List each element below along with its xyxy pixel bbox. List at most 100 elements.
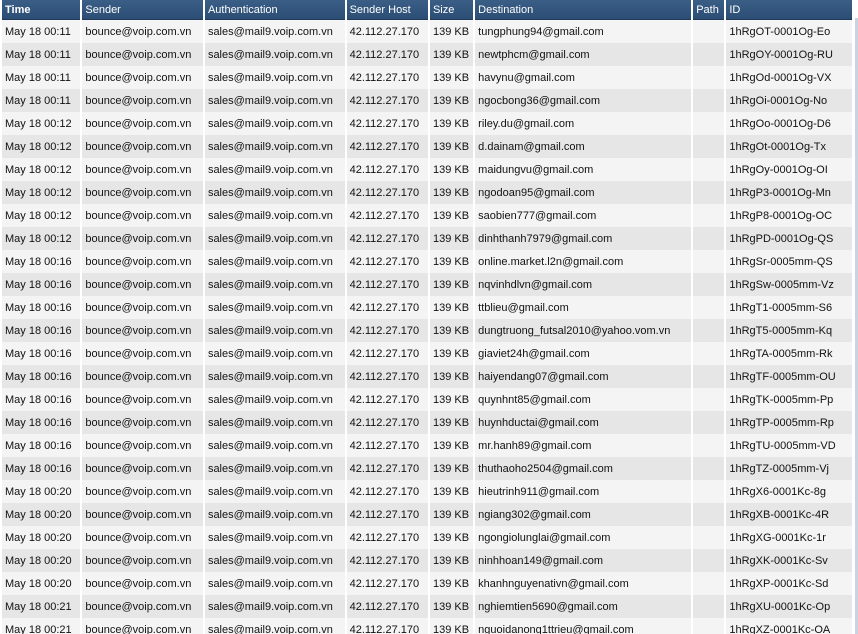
- cell-id: 1hRgXU-0001Kc-Op: [726, 595, 852, 618]
- cell-path: [693, 112, 725, 135]
- table-row[interactable]: May 18 00:12 bounce@voip.com.vn sales@mail…: [2, 227, 852, 250]
- cell-authentication: sales@mail9.voip.com.vn: [204, 480, 345, 503]
- table-row[interactable]: May 18 00:11 bounce@voip.com.vn sales@mail…: [2, 66, 852, 89]
- table-row[interactable]: May 18 00:16 bounce@voip.com.vn sales@mail…: [2, 273, 852, 296]
- cell-size: 139 KB: [429, 549, 474, 572]
- cell-sender: bounce@voip.com.vn: [82, 250, 203, 273]
- cell-destination: giaviet24h@gmail.com: [475, 342, 692, 365]
- cell-id: 1hRgTK-0005mm-Pp: [726, 388, 852, 411]
- mail-queue-table-container: Time Sender Authentication Sender Host Size D…: [2, 0, 852, 634]
- table-row[interactable]: May 18 00:16 bounce@voip.com.vn sales@mail…: [2, 411, 852, 434]
- table-row[interactable]: May 18 00:20 bounce@voip.com.vn sales@mail…: [2, 526, 852, 549]
- cell-sender-host: 42.112.27.170: [346, 411, 428, 434]
- cell-time: May 18 00:16: [2, 273, 81, 296]
- table-row[interactable]: May 18 00:20 bounce@voip.com.vn sales@mail…: [2, 572, 852, 595]
- cell-time: May 18 00:12: [2, 158, 81, 181]
- cell-path: [693, 411, 725, 434]
- cell-size: 139 KB: [429, 595, 474, 618]
- cell-authentication: sales@mail9.voip.com.vn: [204, 250, 345, 273]
- column-header-id[interactable]: ID: [726, 0, 852, 20]
- table-row[interactable]: May 18 00:21 bounce@voip.com.vn sales@mail…: [2, 618, 852, 634]
- cell-time: May 18 00:20: [2, 503, 81, 526]
- cell-size: 139 KB: [429, 503, 474, 526]
- cell-destination: hieutrinh911@gmail.com: [475, 480, 692, 503]
- cell-sender-host: 42.112.27.170: [346, 296, 428, 319]
- table-row[interactable]: May 18 00:16 bounce@voip.com.vn sales@mail…: [2, 457, 852, 480]
- table-row[interactable]: May 18 00:16 bounce@voip.com.vn sales@mail…: [2, 296, 852, 319]
- table-row[interactable]: May 18 00:16 bounce@voip.com.vn sales@mail…: [2, 388, 852, 411]
- cell-destination: d.dainam@gmail.com: [475, 135, 692, 158]
- cell-size: 139 KB: [429, 20, 474, 43]
- table-row[interactable]: May 18 00:16 bounce@voip.com.vn sales@mail…: [2, 319, 852, 342]
- cell-size: 139 KB: [429, 66, 474, 89]
- table-row[interactable]: May 18 00:12 bounce@voip.com.vn sales@mail…: [2, 158, 852, 181]
- column-header-path[interactable]: Path: [693, 0, 725, 20]
- cell-size: 139 KB: [429, 181, 474, 204]
- table-row[interactable]: May 18 00:11 bounce@voip.com.vn sales@mail…: [2, 43, 852, 66]
- cell-authentication: sales@mail9.voip.com.vn: [204, 43, 345, 66]
- column-header-authentication[interactable]: Authentication: [204, 0, 345, 20]
- cell-sender: bounce@voip.com.vn: [82, 503, 203, 526]
- cell-size: 139 KB: [429, 526, 474, 549]
- table-row[interactable]: May 18 00:20 bounce@voip.com.vn sales@mail…: [2, 549, 852, 572]
- cell-sender-host: 42.112.27.170: [346, 526, 428, 549]
- cell-sender-host: 42.112.27.170: [346, 388, 428, 411]
- cell-time: May 18 00:16: [2, 365, 81, 388]
- cell-authentication: sales@mail9.voip.com.vn: [204, 411, 345, 434]
- table-row[interactable]: May 18 00:12 bounce@voip.com.vn sales@mail…: [2, 204, 852, 227]
- cell-sender-host: 42.112.27.170: [346, 480, 428, 503]
- cell-sender-host: 42.112.27.170: [346, 618, 428, 634]
- cell-path: [693, 20, 725, 43]
- cell-sender: bounce@voip.com.vn: [82, 480, 203, 503]
- cell-destination: khanhnguyenativn@gmail.com: [475, 572, 692, 595]
- cell-id: 1hRgSr-0005mm-QS: [726, 250, 852, 273]
- cell-sender: bounce@voip.com.vn: [82, 457, 203, 480]
- cell-destination: online.market.l2n@gmail.com: [475, 250, 692, 273]
- vertical-scrollbar[interactable]: [852, 0, 858, 634]
- cell-sender: bounce@voip.com.vn: [82, 365, 203, 388]
- cell-authentication: sales@mail9.voip.com.vn: [204, 204, 345, 227]
- cell-id: 1hRgXZ-0001Kc-OA: [726, 618, 852, 634]
- mail-queue-table: Time Sender Authentication Sender Host Size D…: [2, 0, 852, 634]
- column-header-time[interactable]: Time: [2, 0, 81, 20]
- cell-destination: haiyendang07@gmail.com: [475, 365, 692, 388]
- cell-time: May 18 00:20: [2, 572, 81, 595]
- cell-path: [693, 204, 725, 227]
- cell-sender-host: 42.112.27.170: [346, 319, 428, 342]
- cell-sender-host: 42.112.27.170: [346, 89, 428, 112]
- table-row[interactable]: May 18 00:21 bounce@voip.com.vn sales@mail…: [2, 595, 852, 618]
- cell-size: 139 KB: [429, 457, 474, 480]
- cell-sender: bounce@voip.com.vn: [82, 66, 203, 89]
- cell-sender: bounce@voip.com.vn: [82, 595, 203, 618]
- cell-size: 139 KB: [429, 135, 474, 158]
- cell-time: May 18 00:16: [2, 319, 81, 342]
- table-row[interactable]: May 18 00:20 bounce@voip.com.vn sales@mail…: [2, 503, 852, 526]
- cell-path: [693, 273, 725, 296]
- table-row[interactable]: May 18 00:12 bounce@voip.com.vn sales@mail…: [2, 112, 852, 135]
- cell-authentication: sales@mail9.voip.com.vn: [204, 227, 345, 250]
- cell-sender-host: 42.112.27.170: [346, 434, 428, 457]
- table-row[interactable]: May 18 00:12 bounce@voip.com.vn sales@mail…: [2, 181, 852, 204]
- table-row[interactable]: May 18 00:11 bounce@voip.com.vn sales@mail…: [2, 89, 852, 112]
- cell-id: 1hRgTU-0005mm-VD: [726, 434, 852, 457]
- table-row[interactable]: May 18 00:16 bounce@voip.com.vn sales@mail…: [2, 250, 852, 273]
- cell-sender-host: 42.112.27.170: [346, 342, 428, 365]
- cell-time: May 18 00:12: [2, 181, 81, 204]
- column-header-size[interactable]: Size: [429, 0, 474, 20]
- cell-size: 139 KB: [429, 112, 474, 135]
- column-header-sender[interactable]: Sender: [82, 0, 203, 20]
- cell-time: May 18 00:16: [2, 250, 81, 273]
- table-row[interactable]: May 18 00:16 bounce@voip.com.vn sales@mail…: [2, 434, 852, 457]
- column-header-sender-host[interactable]: Sender Host: [346, 0, 428, 20]
- cell-path: [693, 43, 725, 66]
- table-row[interactable]: May 18 00:12 bounce@voip.com.vn sales@mail…: [2, 135, 852, 158]
- column-header-destination[interactable]: Destination: [475, 0, 692, 20]
- cell-id: 1hRgOi-0001Og-No: [726, 89, 852, 112]
- table-row[interactable]: May 18 00:16 bounce@voip.com.vn sales@mail…: [2, 342, 852, 365]
- table-row[interactable]: May 18 00:16 bounce@voip.com.vn sales@mail…: [2, 365, 852, 388]
- cell-authentication: sales@mail9.voip.com.vn: [204, 434, 345, 457]
- table-row[interactable]: May 18 00:20 bounce@voip.com.vn sales@mail…: [2, 480, 852, 503]
- cell-id: 1hRgP8-0001Og-OC: [726, 204, 852, 227]
- cell-time: May 18 00:20: [2, 526, 81, 549]
- table-row[interactable]: May 18 00:11 bounce@voip.com.vn sales@mail…: [2, 20, 852, 43]
